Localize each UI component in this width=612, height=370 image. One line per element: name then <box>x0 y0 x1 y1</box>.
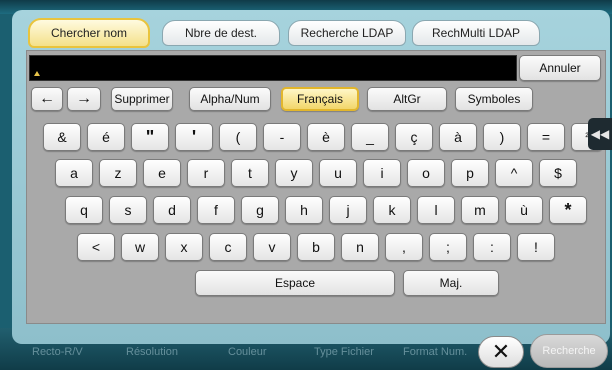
tab-nbre-de-dest[interactable]: Nbre de dest. <box>162 20 280 46</box>
key[interactable]: è <box>307 123 345 151</box>
close-button[interactable]: ✕ <box>478 336 524 368</box>
key[interactable]: ç <box>395 123 433 151</box>
key[interactable]: ( <box>219 123 257 151</box>
search-dialog: Chercher nom Nbre de dest. Recherche LDA… <box>12 10 610 344</box>
key-row-1: & é " ' ( - è _ ç à ) = ² <box>27 123 605 153</box>
key[interactable]: d <box>153 196 191 224</box>
tab-rechmulti-ldap[interactable]: RechMulti LDAP <box>412 20 540 46</box>
symbols-button[interactable]: Symboles <box>455 87 533 111</box>
key[interactable]: _ <box>351 123 389 151</box>
keyboard-panel: Annuler ← → Supprimer Alpha/Num Français… <box>26 50 606 324</box>
bg-label-color: Couleur <box>228 346 267 358</box>
cancel-button[interactable]: Annuler <box>519 55 601 81</box>
bg-label-duplex: Recto-R/V <box>32 346 83 358</box>
key[interactable]: m <box>461 196 499 224</box>
key[interactable]: p <box>451 159 489 187</box>
background-labels: Recto-R/V Résolution Couleur Type Fichie… <box>0 346 467 366</box>
key[interactable]: x <box>165 233 203 261</box>
key[interactable]: t <box>231 159 269 187</box>
cursor-icon <box>34 71 40 76</box>
delete-button[interactable]: Supprimer <box>111 87 173 111</box>
key[interactable]: e <box>143 159 181 187</box>
bg-label-filetype: Type Fichier <box>314 346 374 358</box>
key[interactable]: v <box>253 233 291 261</box>
key[interactable]: l <box>417 196 455 224</box>
key[interactable]: g <box>241 196 279 224</box>
key[interactable]: n <box>341 233 379 261</box>
key[interactable]: : <box>473 233 511 261</box>
key[interactable]: - <box>263 123 301 151</box>
search-button[interactable]: Recherche <box>530 334 608 368</box>
key[interactable]: q <box>65 196 103 224</box>
key-row-5: Espace Maj. <box>27 270 605 300</box>
cursor-right-button[interactable]: → <box>67 87 101 111</box>
french-layout-button[interactable]: Français <box>281 87 359 111</box>
key[interactable]: , <box>385 233 423 261</box>
key[interactable]: k <box>373 196 411 224</box>
key[interactable]: $ <box>539 159 577 187</box>
key[interactable]: " <box>131 123 169 151</box>
bg-label-scan-size: Format Num. <box>403 346 468 358</box>
key[interactable]: < <box>77 233 115 261</box>
key[interactable]: a <box>55 159 93 187</box>
key[interactable]: b <box>297 233 335 261</box>
key[interactable]: y <box>275 159 313 187</box>
bg-label-resolution: Résolution <box>126 346 178 358</box>
key[interactable]: ! <box>517 233 555 261</box>
key[interactable]: ' <box>175 123 213 151</box>
key[interactable]: à <box>439 123 477 151</box>
cursor-left-button[interactable]: ← <box>31 87 63 111</box>
shift-key[interactable]: Maj. <box>403 270 499 296</box>
name-input[interactable] <box>29 55 517 81</box>
collapse-panel-icon[interactable]: ◀◀ <box>588 118 612 150</box>
key[interactable]: z <box>99 159 137 187</box>
key[interactable]: é <box>87 123 125 151</box>
key[interactable]: ) <box>483 123 521 151</box>
key[interactable]: c <box>209 233 247 261</box>
tab-recherche-ldap[interactable]: Recherche LDAP <box>288 20 406 46</box>
key[interactable]: = <box>527 123 565 151</box>
key-row-2: a z e r t y u i o p ^ $ <box>27 159 605 189</box>
tab-chercher-nom[interactable]: Chercher nom <box>28 18 150 48</box>
key[interactable]: j <box>329 196 367 224</box>
key[interactable]: f <box>197 196 235 224</box>
key[interactable]: ; <box>429 233 467 261</box>
key[interactable]: i <box>363 159 401 187</box>
key-row-3: q s d f g h j k l m ù * <box>27 196 605 226</box>
altgr-button[interactable]: AltGr <box>367 87 447 111</box>
key[interactable]: r <box>187 159 225 187</box>
key[interactable]: * <box>549 196 587 224</box>
key[interactable]: ù <box>505 196 543 224</box>
key[interactable]: & <box>43 123 81 151</box>
key[interactable]: ^ <box>495 159 533 187</box>
key-row-4: < w x c v b n , ; : ! <box>27 233 605 263</box>
alpha-num-button[interactable]: Alpha/Num <box>189 87 271 111</box>
key[interactable]: u <box>319 159 357 187</box>
key[interactable]: w <box>121 233 159 261</box>
space-key[interactable]: Espace <box>195 270 395 296</box>
key[interactable]: s <box>109 196 147 224</box>
key[interactable]: h <box>285 196 323 224</box>
key[interactable]: o <box>407 159 445 187</box>
